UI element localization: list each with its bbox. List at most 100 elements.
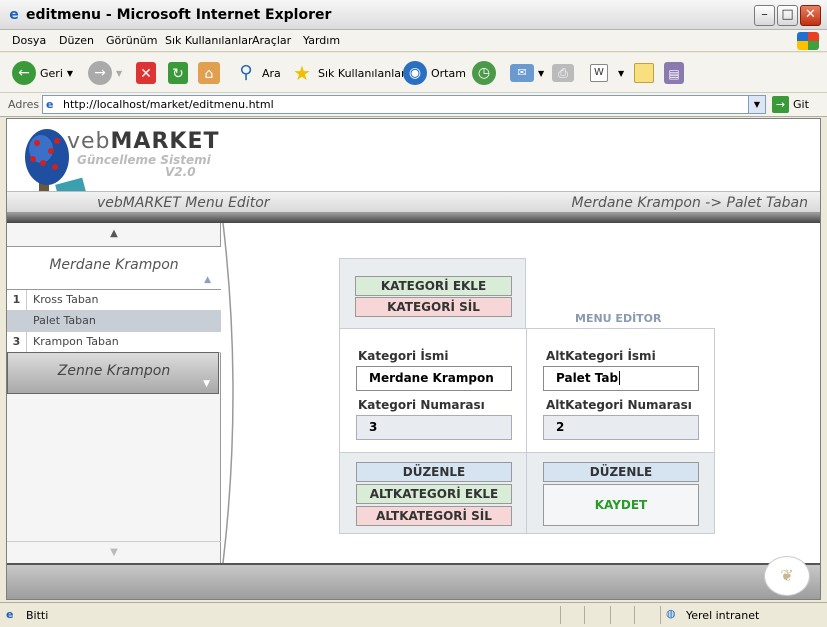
- scroll-down-button[interactable]: ▼: [7, 541, 221, 563]
- edit-category-button[interactable]: DÜZENLE: [356, 462, 512, 482]
- header-divider: [7, 213, 820, 223]
- word-icon: W: [590, 64, 608, 82]
- address-label: Adres: [8, 98, 40, 111]
- site-footer: [7, 563, 820, 599]
- mail-button[interactable]: ✉ ▼: [510, 60, 544, 86]
- editor-fields-panel: Kategori İsmi Merdane Krampon Kategori N…: [339, 328, 715, 453]
- edit-button[interactable]: W ▼: [590, 60, 624, 86]
- triangle-down-icon: ▼: [110, 547, 118, 558]
- menu-help[interactable]: Yardım: [303, 34, 340, 47]
- sidebar-category-closed[interactable]: Zenne Krampon ▼: [7, 352, 219, 394]
- address-bar: Adres e http://localhost/market/editmenu…: [0, 93, 827, 117]
- chevron-down-icon: ▼: [618, 68, 625, 78]
- note-icon: [634, 63, 654, 83]
- media-button[interactable]: ◉ Ortam: [403, 60, 466, 86]
- subitem-number: 1: [7, 290, 27, 310]
- sidebar-subitem[interactable]: 1 Kross Taban: [7, 290, 221, 311]
- home-button[interactable]: ⌂: [198, 60, 220, 86]
- research-icon: ▤: [664, 62, 684, 84]
- subcategory-name-label: AltKategori İsmi: [546, 349, 656, 363]
- favorites-label: Sık Kullanılanlar: [318, 66, 406, 80]
- stop-button[interactable]: ✕: [136, 60, 156, 86]
- sidebar-subitem-selected[interactable]: Palet Taban: [7, 311, 221, 332]
- text-cursor: [619, 371, 621, 385]
- triangle-down-icon: ▼: [203, 379, 210, 389]
- menu-favorites[interactable]: Sık Kullanılanlar: [165, 34, 253, 47]
- status-divider: [584, 606, 585, 624]
- go-arrow-icon: →: [772, 96, 789, 113]
- subcategory-number-input[interactable]: 2: [543, 415, 699, 440]
- scroll-up-button[interactable]: ▲: [7, 223, 221, 245]
- save-button[interactable]: KAYDET: [543, 484, 699, 526]
- add-category-button[interactable]: KATEGORİ EKLE: [355, 276, 512, 296]
- chevron-down-icon: ▼: [538, 68, 545, 78]
- delete-subcategory-button[interactable]: ALTKATEGORİ SİL: [356, 506, 512, 526]
- search-label: Ara: [262, 66, 281, 80]
- address-input[interactable]: e http://localhost/market/editmenu.html …: [42, 95, 766, 114]
- address-dropdown-button[interactable]: ▼: [748, 96, 765, 113]
- leaf-logo-icon: ❦: [764, 556, 810, 596]
- refresh-icon: ↻: [168, 62, 188, 84]
- logo-version: V2.0: [165, 165, 196, 179]
- print-icon: ⎙: [552, 64, 574, 82]
- back-button[interactable]: ← Geri ▼: [12, 60, 73, 86]
- print-button[interactable]: ⎙: [552, 60, 574, 86]
- chevron-down-icon: ▼: [116, 68, 123, 78]
- zone-text: Yerel intranet: [686, 609, 760, 622]
- window-title: editmenu - Microsoft Internet Explorer: [26, 7, 332, 23]
- home-icon: ⌂: [198, 62, 220, 84]
- subcategory-name-value: Palet Tab: [556, 371, 619, 385]
- forward-button[interactable]: → ▼: [88, 60, 122, 86]
- menu-tools[interactable]: Araçlar: [252, 34, 291, 47]
- subcategory-name-input[interactable]: Palet Tab: [543, 366, 699, 391]
- breadcrumb: Merdane Krampon -> Palet Taban: [571, 195, 808, 211]
- history-button[interactable]: ◷: [472, 60, 496, 86]
- sidebar-category-open[interactable]: Merdane Krampon ▲: [7, 246, 221, 290]
- category-number-label: Kategori Numarası: [358, 398, 485, 412]
- site-header: vebMARKET Güncelleme Sistemi V2.0 vebMAR…: [7, 119, 820, 223]
- category-actions-panel: KATEGORİ EKLE KATEGORİ SİL: [339, 258, 526, 329]
- window-border: [821, 118, 827, 600]
- menu-file[interactable]: Dosya: [12, 34, 46, 47]
- status-bar: e Bitti ◍ Yerel intranet: [0, 602, 827, 627]
- search-icon: ⚲: [239, 62, 253, 83]
- refresh-button[interactable]: ↻: [168, 60, 188, 86]
- research-button[interactable]: ▤: [664, 60, 684, 86]
- media-globe-icon: ◉: [403, 61, 427, 85]
- subcategory-number-label: AltKategori Numarası: [546, 398, 692, 412]
- status-divider: [610, 606, 611, 624]
- editor-title: MENU EDİTOR: [575, 312, 662, 325]
- sidebar-subitem[interactable]: 3 Krampon Taban: [7, 332, 221, 353]
- triangle-up-icon: ▲: [204, 275, 211, 285]
- favorites-button[interactable]: ★ Sık Kullanılanlar: [290, 60, 406, 86]
- minimize-button[interactable]: –: [754, 5, 775, 26]
- edit-subcategory-button[interactable]: DÜZENLE: [543, 462, 699, 482]
- subitem-label: Krampon Taban: [33, 335, 119, 348]
- add-subcategory-button[interactable]: ALTKATEGORİ EKLE: [356, 484, 512, 504]
- menu-edit[interactable]: Düzen: [59, 34, 94, 47]
- delete-category-button[interactable]: KATEGORİ SİL: [355, 297, 512, 317]
- windows-logo-icon: [797, 32, 819, 50]
- category-name-input[interactable]: Merdane Krampon: [356, 366, 512, 391]
- logo-brand-light: veb: [67, 129, 111, 154]
- discuss-button[interactable]: [634, 60, 654, 86]
- go-button[interactable]: → Git: [772, 96, 809, 113]
- menu-view[interactable]: Görünüm: [106, 34, 157, 47]
- maximize-button[interactable]: □: [777, 5, 798, 26]
- mail-icon: ✉: [510, 64, 534, 82]
- stop-icon: ✕: [136, 62, 156, 84]
- panel-divider: [526, 329, 527, 452]
- forward-arrow-icon: →: [88, 61, 112, 85]
- close-button[interactable]: ✕: [800, 5, 821, 26]
- toolbar: ← Geri ▼ → ▼ ✕ ↻ ⌂ ⚲ Ara ★ Sık Kullanıla…: [0, 53, 827, 93]
- back-label: Geri: [40, 66, 63, 80]
- chevron-down-icon: ▼: [66, 68, 74, 78]
- back-arrow-icon: ←: [12, 61, 36, 85]
- sidebar-category-label: Merdane Krampon: [49, 257, 179, 273]
- category-number-input[interactable]: 3: [356, 415, 512, 440]
- title-bar: e editmenu - Microsoft Internet Explorer…: [0, 0, 827, 30]
- star-icon: ★: [293, 61, 311, 85]
- curve-divider: [222, 223, 234, 563]
- editor-actions-panel: DÜZENLE ALTKATEGORİ EKLE ALTKATEGORİ SİL…: [339, 452, 715, 534]
- search-button[interactable]: ⚲ Ara: [234, 60, 281, 86]
